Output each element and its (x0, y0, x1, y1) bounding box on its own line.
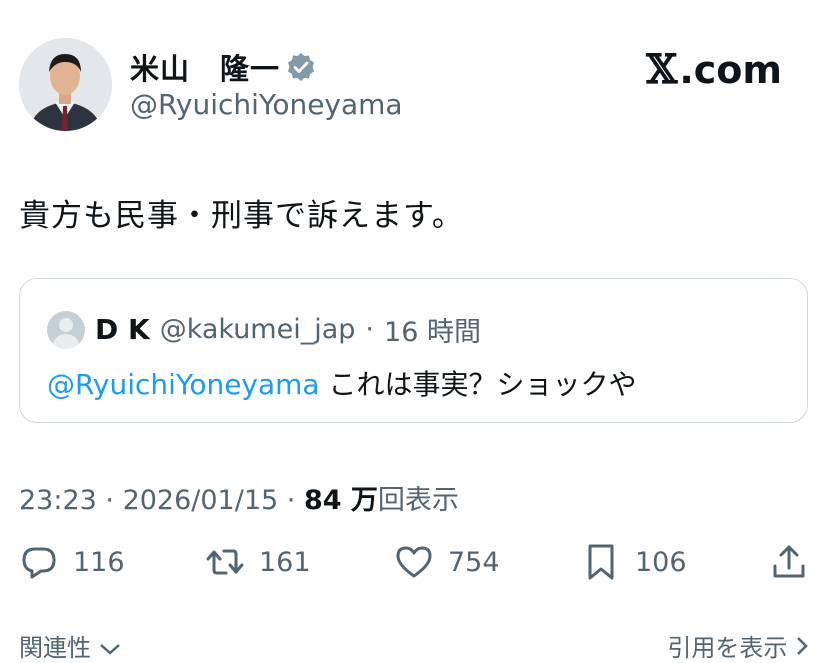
x-brand: 𝕏 .com (646, 46, 782, 93)
bookmark-icon (588, 544, 614, 580)
reply-count: 116 (73, 546, 125, 578)
bookmark-count: 106 (635, 546, 687, 578)
view-count: 84 万 (303, 485, 378, 516)
reply-icon (22, 547, 56, 579)
author-name-row: 米山 隆一 (130, 46, 316, 88)
author-handle[interactable]: @RyuichiYoneyama (130, 88, 403, 121)
retweet-icon (206, 549, 244, 575)
quoted-tweet-card[interactable]: D K @kakumei_jap · 16 時間 @RyuichiYoneyama … (19, 278, 808, 423)
quoted-tweet-header: D K @kakumei_jap · 16 時間 (47, 310, 481, 349)
quoted-tweet-body: @RyuichiYoneyama これは事実？ショックや (47, 363, 637, 403)
tweet-time[interactable]: 23:23 (19, 485, 97, 516)
meta-separator: · (96, 485, 123, 516)
sort-relevance-dropdown[interactable]: 関連性 (19, 628, 121, 663)
like-count: 754 (448, 546, 500, 578)
chevron-down-icon (99, 644, 120, 655)
quoted-mention-link[interactable]: @RyuichiYoneyama (47, 368, 320, 401)
author-avatar[interactable] (19, 38, 112, 131)
view-quotes-link[interactable]: 引用を表示 (667, 628, 809, 663)
quoted-author-handle: @kakumei_jap (159, 314, 356, 345)
like-button[interactable]: 754 (394, 542, 500, 582)
verified-badge-icon (286, 52, 316, 82)
quoted-time: 16 時間 (384, 317, 481, 348)
tweet-date[interactable]: 2026/01/15 (123, 485, 279, 516)
chevron-right-icon (797, 637, 808, 655)
like-icon (396, 546, 432, 578)
default-avatar-icon (47, 310, 85, 349)
share-icon (773, 545, 805, 578)
quoted-tweet-text: これは事実？ショックや (319, 368, 637, 401)
view-label: 回表示 (377, 485, 459, 516)
x-logo-icon: 𝕏 (646, 46, 678, 93)
action-bar: 116 161 754 106 (19, 542, 809, 586)
author-display-name[interactable]: 米山 隆一 (130, 46, 280, 88)
quoted-separator: · (365, 314, 375, 345)
profile-photo (19, 38, 112, 131)
bookmark-button[interactable]: 106 (581, 542, 687, 582)
retweet-button[interactable]: 161 (205, 542, 311, 582)
tweet-meta: 23:23 · 2026/01/15 · 84 万回表示 (19, 478, 459, 517)
x-domain-text: .com (679, 47, 782, 92)
reply-button[interactable]: 116 (19, 542, 125, 582)
quoted-author-name: D K (95, 313, 150, 346)
share-button[interactable] (769, 542, 809, 582)
tweet-text: 貴方も民事・刑事で訴えます。 (19, 198, 464, 234)
retweet-count: 161 (259, 546, 311, 578)
meta-separator: · (278, 485, 304, 516)
sort-label: 関連性 (19, 634, 91, 662)
view-quotes-label: 引用を表示 (667, 634, 788, 662)
